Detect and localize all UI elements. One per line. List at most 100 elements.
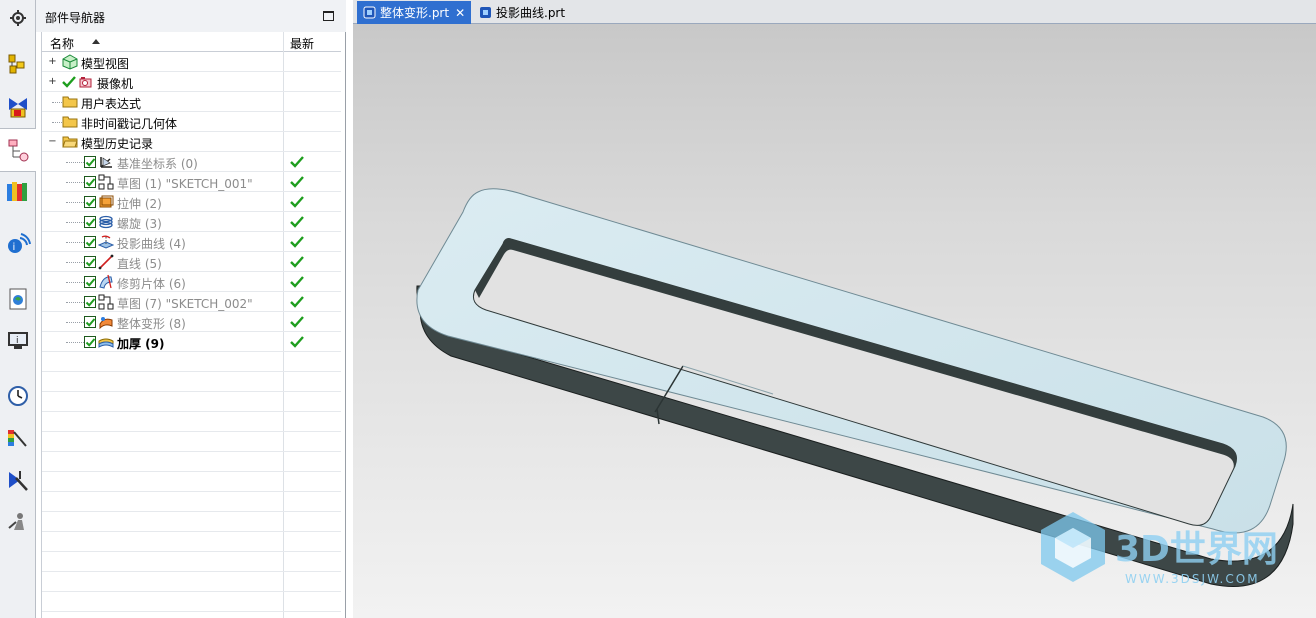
up-to-date-check-icon — [290, 236, 304, 248]
tree-row-model-history[interactable]: − 模型历史记录 — [42, 132, 341, 152]
feature-checkbox[interactable] — [84, 296, 96, 308]
feature-checkbox[interactable] — [84, 176, 96, 188]
thicken-icon — [98, 338, 114, 348]
empty-row — [42, 432, 341, 452]
history-feature-row[interactable]: 直线 (5) — [42, 252, 341, 272]
tree-row-cameras[interactable]: + 摄像机 — [42, 72, 341, 92]
svg-text:i: i — [16, 336, 19, 346]
feature-checkbox[interactable] — [84, 336, 96, 348]
tree-label: 模型视图 — [81, 57, 130, 71]
up-to-date-check-icon — [290, 176, 304, 188]
tree-connector — [66, 162, 84, 163]
history-feature-row[interactable]: 拉伸 (2) — [42, 192, 341, 212]
feature-checkbox[interactable] — [84, 276, 96, 288]
hd3d-tools-icon[interactable]: i — [4, 229, 32, 257]
history-feature-row[interactable]: 草图 (1) "SKETCH_001" — [42, 172, 341, 192]
model-views-icon — [62, 54, 78, 70]
feature-checkbox[interactable] — [84, 196, 96, 208]
tree-row-non-timestamp-geometry[interactable]: 非时间戳记几何体 — [42, 112, 341, 132]
column-latest-header[interactable]: 最新 — [290, 35, 314, 52]
close-icon[interactable]: ✕ — [455, 6, 465, 20]
tree-connector — [66, 202, 84, 203]
part-file-icon — [480, 7, 491, 18]
tree-connector — [66, 222, 84, 223]
camera-icon — [79, 77, 92, 88]
feature-label: 草图 (1) "SKETCH_001" — [117, 177, 253, 191]
expand-icon[interactable]: + — [48, 57, 57, 67]
empty-row — [42, 532, 341, 552]
expand-icon[interactable]: + — [48, 77, 57, 87]
assembly-navigator-icon[interactable] — [4, 50, 32, 78]
up-to-date-check-icon — [290, 336, 304, 348]
empty-row — [42, 392, 341, 412]
tree-connector — [66, 242, 84, 243]
tree-label: 摄像机 — [97, 77, 134, 91]
process-studio-icon[interactable] — [4, 466, 32, 494]
feature-checkbox[interactable] — [84, 236, 96, 248]
part-navigator-tree: 名称 最新 + 模型视图 + 摄像机 用户表达式 非时间戳记几何体 − 模型历史… — [41, 32, 341, 618]
history-feature-row[interactable]: 整体变形 (8) — [42, 312, 341, 332]
resource-bar: i i — [0, 0, 36, 618]
history-palette-icon[interactable]: i — [4, 327, 32, 355]
tree-connector — [66, 282, 84, 283]
empty-row — [42, 492, 341, 512]
tab-project-curve-prt[interactable]: 投影曲线.prt — [473, 1, 571, 24]
feature-checkbox[interactable] — [84, 256, 96, 268]
up-to-date-check-icon — [290, 296, 304, 308]
settings-gear-icon[interactable] — [4, 4, 32, 32]
history-feature-row[interactable]: 草图 (7) "SKETCH_002" — [42, 292, 341, 312]
tree-connector — [66, 182, 84, 183]
global-shaping-icon — [99, 317, 113, 330]
maximize-icon[interactable] — [323, 11, 334, 21]
tree-row-model-views[interactable]: + 模型视图 — [42, 52, 341, 72]
part-navigator-icon[interactable] — [0, 128, 36, 172]
tree-connector — [66, 262, 84, 263]
empty-row — [42, 572, 341, 592]
history-feature-row[interactable]: 投影曲线 (4) — [42, 232, 341, 252]
feature-checkbox[interactable] — [84, 216, 96, 228]
feature-label: 基准坐标系 (0) — [117, 157, 198, 171]
watermark-logo: 3D世界网 WWW.3DSJW.COM — [1033, 500, 1303, 600]
history-feature-row[interactable]: 加厚 (9) — [42, 332, 341, 352]
empty-row — [42, 512, 341, 532]
up-to-date-check-icon — [290, 196, 304, 208]
web-browser-icon[interactable] — [4, 285, 32, 313]
reuse-library-icon[interactable] — [4, 177, 32, 205]
sketch-icon — [98, 294, 114, 310]
history-clock-icon[interactable] — [4, 382, 32, 410]
tab-global-shaping-prt[interactable]: 整体变形.prt ✕ — [357, 1, 472, 24]
collapse-icon[interactable]: − — [48, 137, 57, 147]
column-name-header[interactable]: 名称 — [50, 35, 74, 52]
nx-window: i i 部件导航器 名称 最新 + 模型视图 + 摄像机 用户表达式 非时间戳记… — [0, 0, 1316, 618]
feature-label: 加厚 (9) — [117, 337, 165, 351]
tree-connector — [52, 122, 62, 123]
history-feature-row[interactable]: 螺旋 (3) — [42, 212, 341, 232]
part-navigator-panel: 部件导航器 名称 最新 + 模型视图 + 摄像机 用户表达式 非时间戳记几何体 … — [36, 0, 346, 618]
history-feature-row[interactable]: 修剪片体 (6) — [42, 272, 341, 292]
empty-row — [42, 412, 341, 432]
tree-connector — [66, 322, 84, 323]
tree-column-header: 名称 最新 — [42, 32, 341, 52]
feature-label: 投影曲线 (4) — [117, 237, 186, 251]
feature-label: 拉伸 (2) — [117, 197, 162, 211]
feature-label: 直线 (5) — [117, 257, 162, 271]
extrude-icon — [99, 195, 114, 208]
empty-row — [42, 352, 341, 372]
tab-label: 投影曲线.prt — [496, 6, 566, 20]
history-feature-row[interactable]: 基准坐标系 (0) — [42, 152, 341, 172]
graphics-window[interactable]: 整体变形.prt ✕ 投影曲线.prt 3D世界网 WWW.3DSJW.COM — [353, 0, 1316, 618]
system-materials-icon[interactable] — [4, 424, 32, 452]
tree-label: 用户表达式 — [81, 97, 142, 111]
constraint-navigator-icon[interactable] — [4, 93, 32, 121]
feature-checkbox[interactable] — [84, 156, 96, 168]
check-icon — [62, 76, 76, 88]
watermark-brand: 3D世界网 — [1115, 529, 1278, 570]
sketch-icon — [98, 174, 114, 190]
empty-row — [42, 472, 341, 492]
tree-row-user-expressions[interactable]: 用户表达式 — [42, 92, 341, 112]
roles-icon[interactable] — [4, 508, 32, 536]
trim-sheet-icon — [99, 274, 113, 289]
up-to-date-check-icon — [290, 316, 304, 328]
feature-checkbox[interactable] — [84, 316, 96, 328]
part-file-icon — [363, 6, 376, 19]
